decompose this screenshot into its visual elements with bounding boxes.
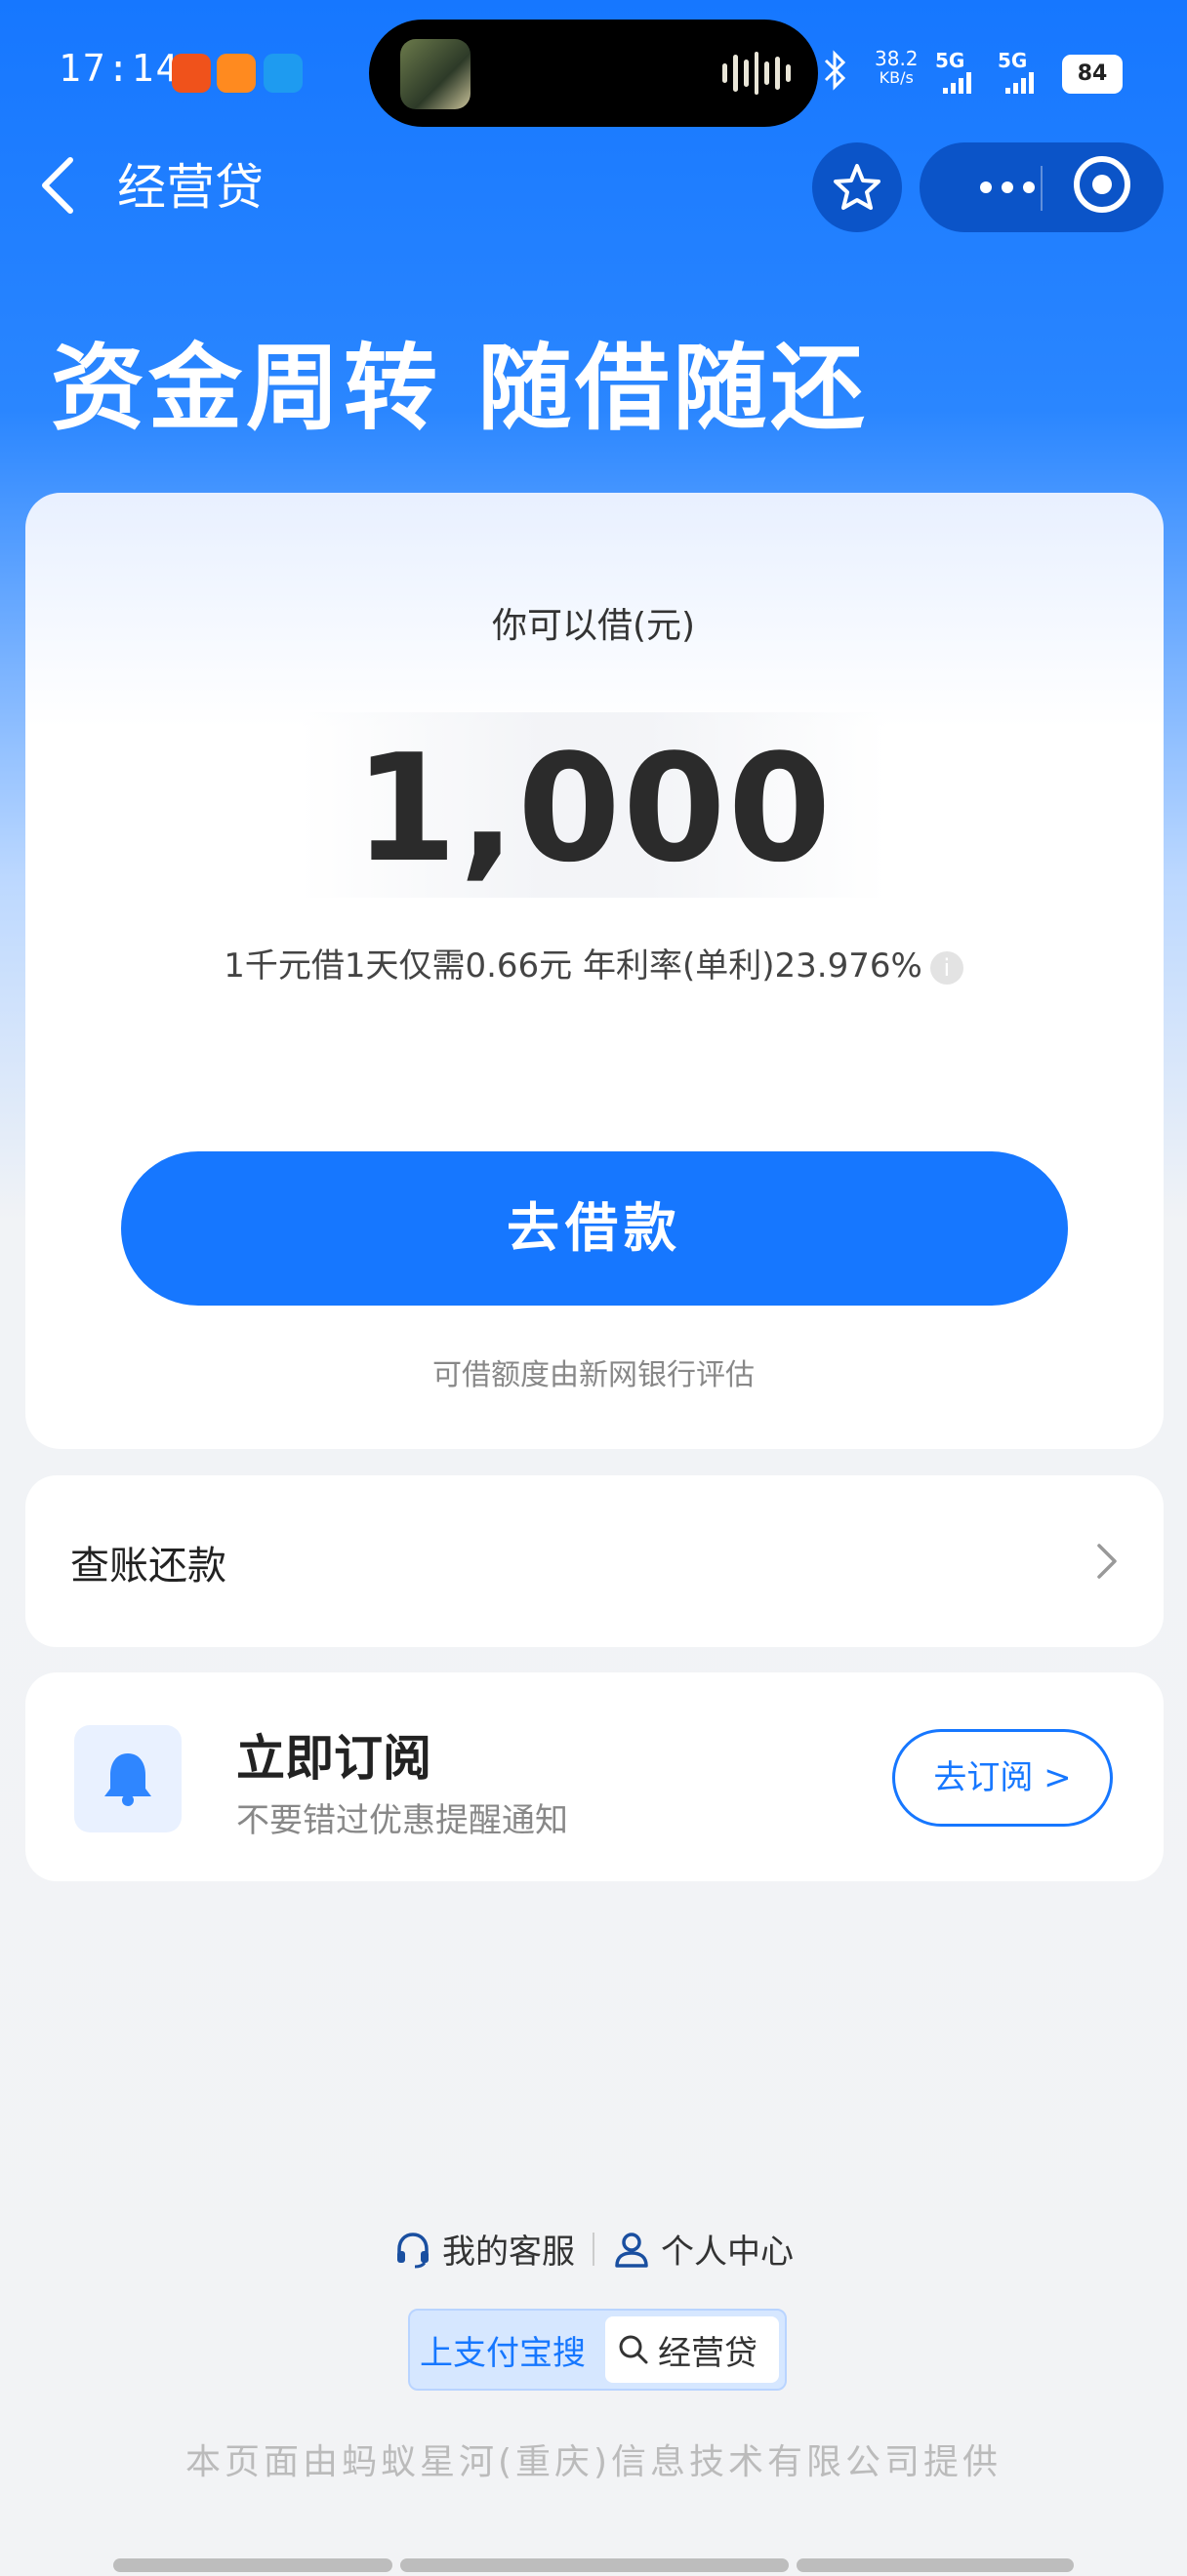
search-icon bbox=[619, 2335, 648, 2364]
back-button[interactable] bbox=[35, 154, 84, 217]
interest-rate-info: 1千元借1天仅需0.66元 年利率(单利)23.976% i bbox=[0, 939, 1187, 986]
bell-icon-box bbox=[74, 1725, 182, 1832]
subscribe-button[interactable]: 去订阅 > bbox=[892, 1729, 1113, 1827]
borrow-amount-label: 你可以借(元) bbox=[491, 606, 696, 646]
home-indicator bbox=[113, 2558, 392, 2572]
customer-service-label: 我的客服 bbox=[442, 2233, 575, 2272]
home-indicator bbox=[797, 2558, 1074, 2572]
hero-headline: 资金周转 随借随还 bbox=[51, 334, 869, 443]
star-icon bbox=[834, 164, 880, 210]
footer-links: 我的客服 个人中心 bbox=[0, 2225, 1187, 2273]
search-prefix: 上支付宝搜 bbox=[420, 2334, 586, 2373]
bell-icon bbox=[104, 1753, 151, 1806]
customer-service-link[interactable]: 我的客服 bbox=[393, 2225, 575, 2273]
personal-center-label: 个人中心 bbox=[661, 2233, 794, 2272]
provider-disclaimer: 本页面由蚂蚁星河(重庆)信息技术有限公司提供 bbox=[184, 2442, 1003, 2482]
person-icon bbox=[615, 2232, 648, 2268]
close-miniprogram-button[interactable] bbox=[1074, 156, 1130, 213]
audio-wave-icon bbox=[722, 51, 792, 96]
rate-text: 1千元借1天仅需0.66元 年利率(单利)23.976% bbox=[224, 946, 922, 986]
target-icon bbox=[1092, 175, 1112, 194]
search-keyword-box[interactable]: 经营贷 bbox=[605, 2316, 779, 2383]
favorite-button[interactable] bbox=[812, 142, 902, 232]
signal-5g-1: 5G bbox=[935, 49, 971, 94]
borrow-button[interactable]: 去借款 bbox=[121, 1151, 1068, 1306]
page-title: 经营贷 bbox=[117, 159, 264, 216]
signal-5g-2: 5G bbox=[998, 49, 1034, 94]
info-icon[interactable]: i bbox=[929, 950, 963, 985]
search-keyword: 经营贷 bbox=[658, 2333, 757, 2373]
battery-indicator: 84 bbox=[1062, 55, 1123, 94]
home-indicator bbox=[400, 2558, 789, 2572]
repay-label: 查账还款 bbox=[70, 1544, 226, 1589]
chevron-right-icon bbox=[1091, 1542, 1121, 1581]
subscribe-description: 不要错过优惠提醒通知 bbox=[236, 1801, 568, 1840]
status-time: 17:14 bbox=[59, 47, 181, 90]
credit-assessment-note: 可借额度由新网银行评估 bbox=[432, 1358, 755, 1392]
more-dots-icon bbox=[980, 181, 992, 193]
app-notification-icon bbox=[217, 54, 256, 93]
network-speed: 38.2 KB/s bbox=[875, 47, 919, 87]
bluetooth-icon bbox=[820, 49, 849, 98]
headset-icon bbox=[397, 2232, 429, 2268]
media-thumbnail bbox=[400, 39, 471, 109]
subscribe-title: 立即订阅 bbox=[236, 1730, 431, 1787]
capsule-divider bbox=[1041, 166, 1043, 211]
footer-divider bbox=[593, 2232, 594, 2266]
chevron-left-icon bbox=[42, 157, 73, 214]
app-notification-icon bbox=[172, 54, 211, 93]
borrow-amount: 1,000 bbox=[353, 722, 834, 895]
personal-center-link[interactable]: 个人中心 bbox=[612, 2225, 794, 2273]
app-notification-icon bbox=[264, 54, 303, 93]
